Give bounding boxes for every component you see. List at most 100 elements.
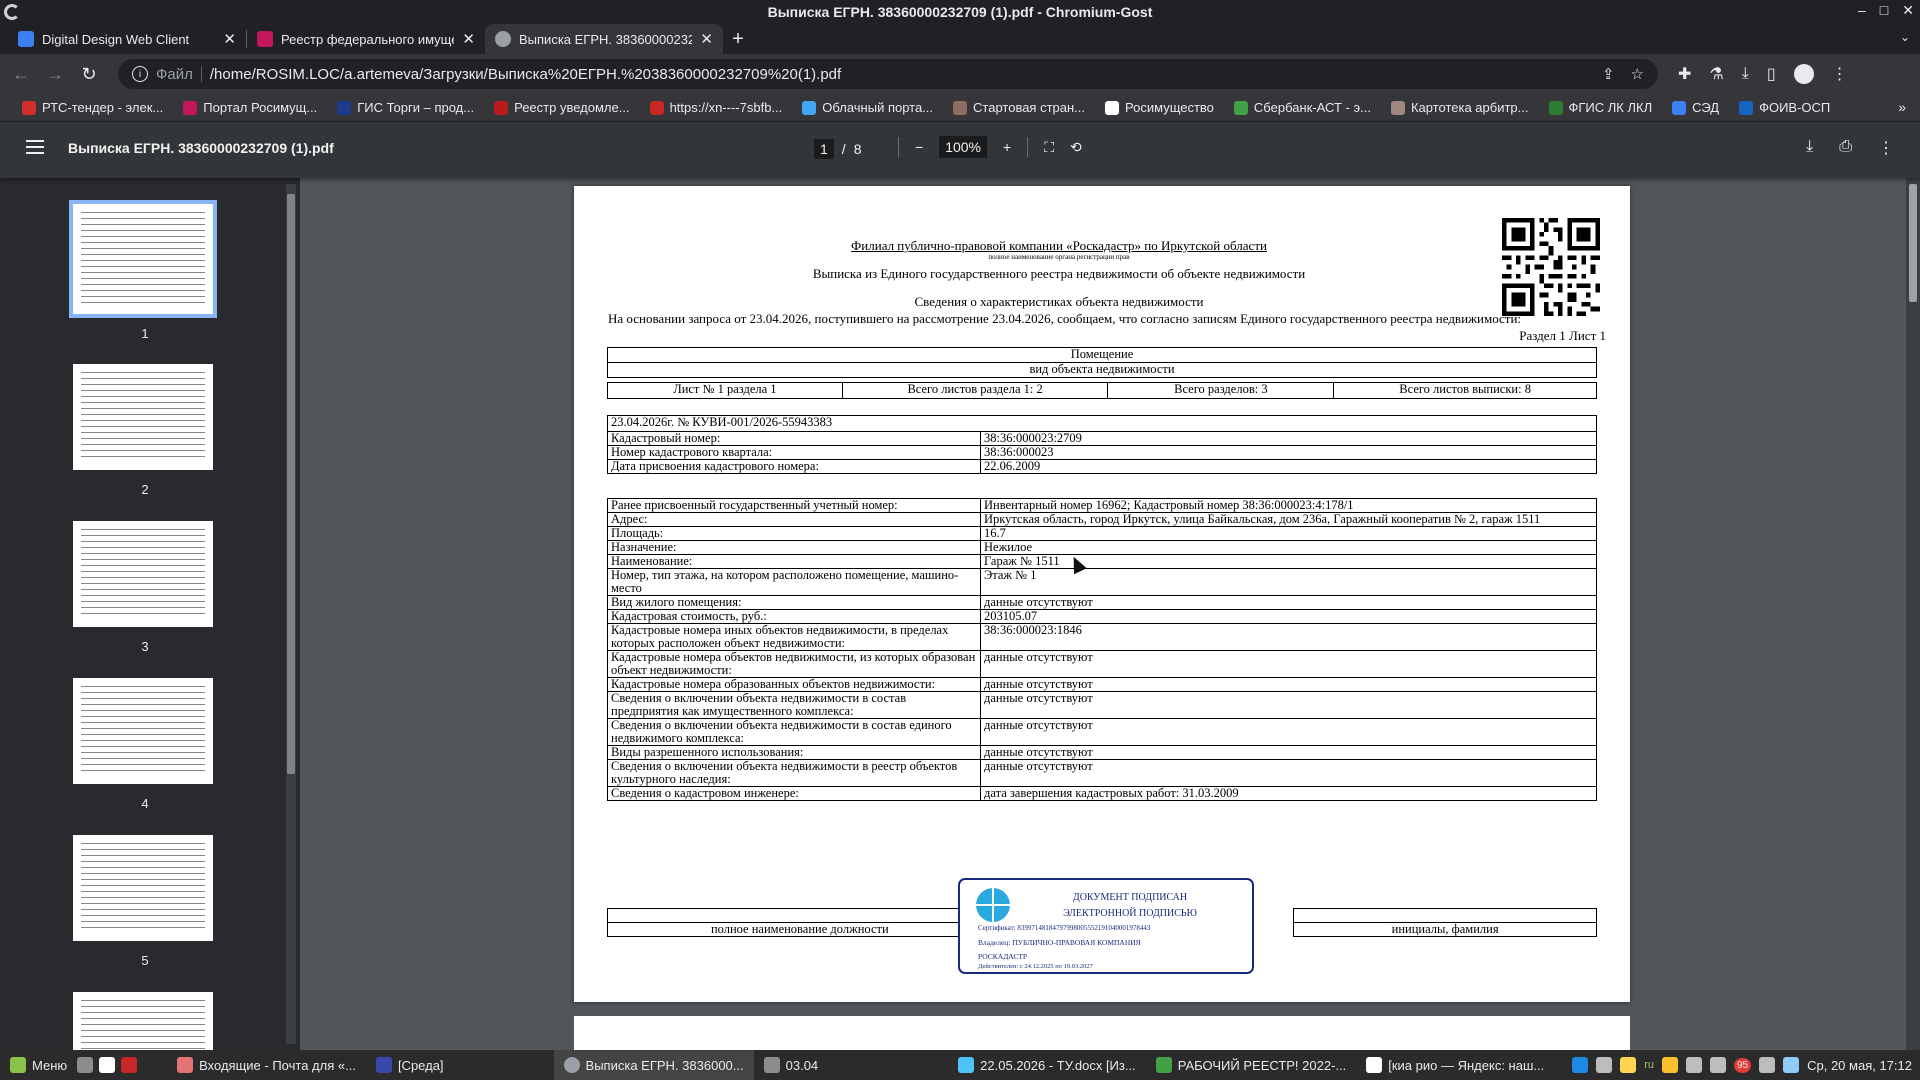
close-tab-icon[interactable]: ✕ xyxy=(700,30,713,48)
clock[interactable]: Ср, 20 мая, 17:12 xyxy=(1807,1058,1912,1073)
field-label: Виды разрешенного использования: xyxy=(607,745,981,760)
info-icon[interactable]: i xyxy=(132,66,148,82)
side-panel-icon[interactable]: ▯ xyxy=(1767,64,1776,84)
printer-tray-icon[interactable] xyxy=(1759,1057,1776,1073)
clipboard-icon[interactable] xyxy=(1709,1057,1726,1073)
zoom-level-input[interactable]: 100% xyxy=(939,136,987,158)
stamp-owner-name: РОСКАДАСТР xyxy=(978,952,1028,961)
page-thumbnail[interactable] xyxy=(69,200,217,318)
taskbar-item[interactable]: РАБОЧИЙ РЕЕСТР! 2022-... xyxy=(1146,1050,1357,1080)
field-value: Инвентарный номер 16962; Кадастровый ном… xyxy=(980,498,1597,513)
bookmark-item[interactable]: ГИС Торги – прод... xyxy=(327,100,484,115)
taskbar-item[interactable]: [киа рио — Яндекс: наш... xyxy=(1356,1050,1554,1080)
page-thumbnail[interactable] xyxy=(73,835,213,941)
start-menu-button[interactable]: Меню xyxy=(0,1050,77,1080)
bookmark-item[interactable]: Стартовая стран... xyxy=(943,100,1095,115)
close-tab-icon[interactable]: ✕ xyxy=(223,30,236,48)
bookmark-item[interactable]: Портал Росимущ... xyxy=(173,100,327,115)
scrollbar-thumb[interactable] xyxy=(287,194,295,774)
sidebar-scrollbar[interactable] xyxy=(286,184,296,1044)
bookmark-label: Реестр уведомле... xyxy=(514,100,630,115)
page-thumbnail[interactable] xyxy=(73,678,213,784)
new-tab-button[interactable]: + xyxy=(723,24,753,54)
tab-digital-design[interactable]: Digital Design Web Client ✕ xyxy=(8,24,246,54)
bookmark-item[interactable]: https://xn----7sbfb... xyxy=(640,100,793,115)
page-thumbnail[interactable] xyxy=(73,364,213,470)
signature-position-cell xyxy=(607,908,993,923)
chromium-gost-launcher-icon[interactable] xyxy=(121,1057,138,1073)
field-label: Наименование: xyxy=(607,554,981,569)
keyboard-layout[interactable]: ru xyxy=(1644,1059,1654,1071)
fit-page-icon[interactable]: ⛶ xyxy=(1044,139,1054,156)
notification-badge[interactable]: 95 xyxy=(1733,1057,1752,1073)
browser-menu-icon[interactable]: ⋮ xyxy=(1832,64,1848,84)
bookmark-star-icon[interactable]: ☆ xyxy=(1631,65,1644,83)
download-icon[interactable]: ⤓ xyxy=(1742,65,1749,83)
zoom-out-icon[interactable]: − xyxy=(915,139,923,155)
bookmark-item[interactable]: ФОИВ-ОСП xyxy=(1729,100,1840,115)
volume-icon[interactable] xyxy=(1685,1057,1702,1073)
profile-avatar[interactable] xyxy=(1793,64,1814,84)
bookmark-item[interactable]: Реестр уведомле... xyxy=(484,100,639,115)
bookmark-item[interactable]: Росимущество xyxy=(1095,100,1224,115)
bookmark-item[interactable]: СЭД xyxy=(1662,100,1729,115)
bookmark-item[interactable]: ФГИС ЛК ЛКЛ xyxy=(1539,100,1663,115)
bookmark-label: ФГИС ЛК ЛКЛ xyxy=(1568,100,1653,115)
reload-icon[interactable]: ↻ xyxy=(78,63,100,85)
app-tray-icon[interactable] xyxy=(1596,1057,1613,1073)
display-tray-icon[interactable] xyxy=(1783,1057,1800,1073)
taskbar-item[interactable]: Выписка ЕГРН. 3836000... xyxy=(553,1050,754,1080)
more-bookmarks-icon[interactable]: » xyxy=(1898,99,1906,115)
taskbar-item[interactable]: 03.04 xyxy=(754,1050,829,1080)
toolbar-actions: ✚ ⚗ ⤓ ▯ ⋮ xyxy=(1678,64,1848,84)
sidebar-menu-icon[interactable] xyxy=(26,140,44,154)
field-label: Сведения о включении объекта недвижимост… xyxy=(607,759,981,787)
rotate-icon[interactable]: ⟲ xyxy=(1070,139,1082,156)
file-manager-icon[interactable] xyxy=(77,1057,94,1073)
flask-icon[interactable]: ⚗ xyxy=(1709,64,1723,84)
viewer-scrollbar[interactable] xyxy=(1906,178,1920,1050)
taskbar-item[interactable]: Входящие - Почта для «... xyxy=(167,1050,366,1080)
download-pdf-icon[interactable]: ⤓ xyxy=(1806,138,1813,158)
share-icon[interactable]: ⇪ xyxy=(1602,65,1615,83)
bookmark-favicon-icon xyxy=(802,100,817,115)
bookmark-item[interactable]: Картотека арбитр... xyxy=(1381,100,1539,115)
bookmark-item[interactable]: Облачный порта... xyxy=(792,100,943,115)
notes-tray-icon[interactable] xyxy=(1620,1057,1637,1073)
zoom-in-icon[interactable]: + xyxy=(1003,139,1011,155)
bookmark-item[interactable]: Сбербанк-АСТ - э... xyxy=(1224,100,1381,115)
yandex-tray-icon[interactable] xyxy=(1572,1057,1589,1073)
page-thumbnail[interactable] xyxy=(73,992,213,1050)
field-label: Сведения о включении объекта недвижимост… xyxy=(607,718,981,746)
extensions-icon[interactable]: ✚ xyxy=(1678,64,1691,84)
window-controls: – □ ✕ xyxy=(1858,2,1914,19)
maximize-icon[interactable]: □ xyxy=(1880,2,1888,19)
object-type-table: Помещение вид объекта недвижимости xyxy=(607,347,1597,378)
table-row: Сведения о кадастровом инженере: дата зав… xyxy=(607,786,1597,801)
taskbar-item[interactable]: [Среда] xyxy=(366,1050,454,1080)
scrollbar-thumb[interactable] xyxy=(1909,184,1917,302)
url-text[interactable]: /home/ROSIM.LOC/a.artemeva/Загрузки/Выпи… xyxy=(210,66,841,83)
network-tray-icon[interactable] xyxy=(1661,1057,1678,1073)
bookmarks-bar: РТС-тендер - элек... Портал Росимущ... Г… xyxy=(0,94,1920,122)
close-window-icon[interactable]: ✕ xyxy=(1902,2,1914,19)
taskbar-item[interactable]: 22.05.2026 - ТУ.docx [Из... xyxy=(948,1050,1146,1080)
tab-strip: Digital Design Web Client ✕ Реестр федер… xyxy=(0,24,1920,54)
address-bar[interactable]: i Файл /home/ROSIM.LOC/a.artemeva/Загруз… xyxy=(118,59,1658,89)
print-icon[interactable]: ⎙ xyxy=(1839,138,1852,158)
pdf-more-icon[interactable]: ⋮ xyxy=(1878,138,1894,158)
yandex-browser-icon[interactable] xyxy=(99,1057,116,1073)
page-thumbnail[interactable] xyxy=(73,521,213,627)
tab-search-icon[interactable]: ⌄ xyxy=(1900,30,1910,44)
forward-icon[interactable]: → xyxy=(44,63,66,85)
current-page-input[interactable]: 1 xyxy=(814,139,834,159)
minimize-icon[interactable]: – xyxy=(1858,2,1866,19)
close-tab-icon[interactable]: ✕ xyxy=(462,30,475,48)
taskbar-item-label: 22.05.2026 - ТУ.docx [Из... xyxy=(980,1057,1136,1073)
bookmark-item[interactable]: РТС-тендер - элек... xyxy=(12,100,173,115)
org-name-caption: полное наименование органа регистрации п… xyxy=(988,253,1130,261)
tab-reestr[interactable]: Реестр федерального имуще ✕ xyxy=(247,24,485,54)
back-icon[interactable]: ← xyxy=(10,63,32,85)
bookmark-label: https://xn----7sbfb... xyxy=(669,100,783,115)
tab-vypiska[interactable]: Выписка ЕГРН. 38360000232709 ✕ xyxy=(485,24,723,54)
